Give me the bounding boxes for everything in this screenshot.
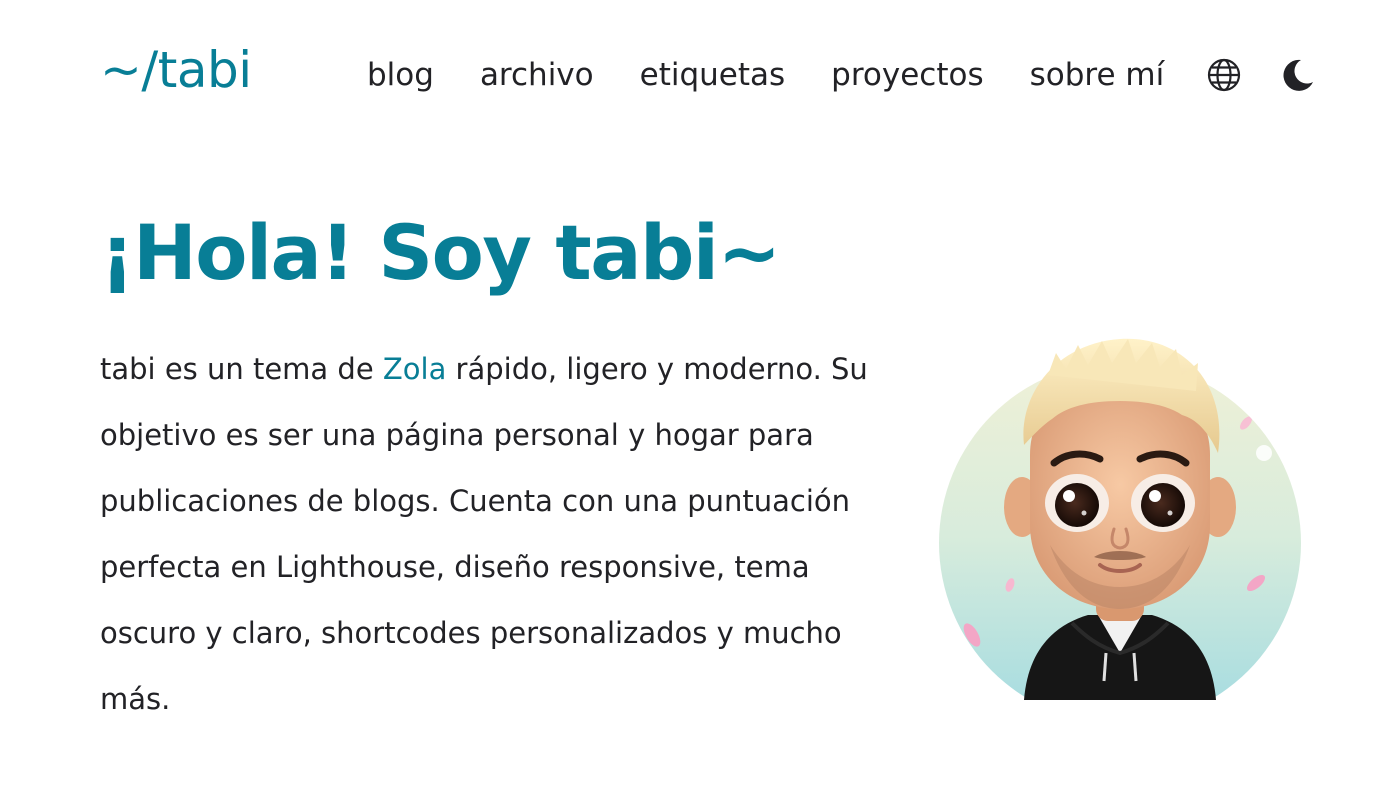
intro-paragraph: tabi es un tema de Zola rápido, ligero y… — [100, 336, 870, 732]
site-logo-link[interactable]: ~/tabi — [100, 40, 252, 100]
intro-text-rest: rápido, ligero y moderno. Su objetivo es… — [100, 352, 868, 716]
avatar — [938, 335, 1302, 700]
nav-item-blog[interactable]: blog — [367, 52, 434, 98]
avatar-illustration-icon — [939, 338, 1301, 700]
nav-item-proyectos[interactable]: proyectos — [831, 52, 983, 98]
globe-icon — [1208, 58, 1241, 92]
moon-icon — [1283, 59, 1314, 91]
intro-text-start: tabi es un tema de — [100, 352, 383, 386]
nav-item-archivo[interactable]: archivo — [480, 52, 594, 98]
page-title: ¡Hola! Soy tabi~ — [100, 208, 781, 297]
main-nav: blog archivo etiquetas proyectos sobre m… — [367, 52, 1316, 98]
nav-item-etiquetas[interactable]: etiquetas — [640, 52, 786, 98]
theme-toggle-button[interactable] — [1280, 57, 1316, 93]
nav-item-sobre-mi[interactable]: sobre mí — [1030, 52, 1165, 98]
site-header: ~/tabi blog archivo etiquetas proyectos … — [0, 0, 1400, 150]
zola-link[interactable]: Zola — [383, 352, 446, 386]
language-switcher-button[interactable] — [1206, 57, 1242, 93]
